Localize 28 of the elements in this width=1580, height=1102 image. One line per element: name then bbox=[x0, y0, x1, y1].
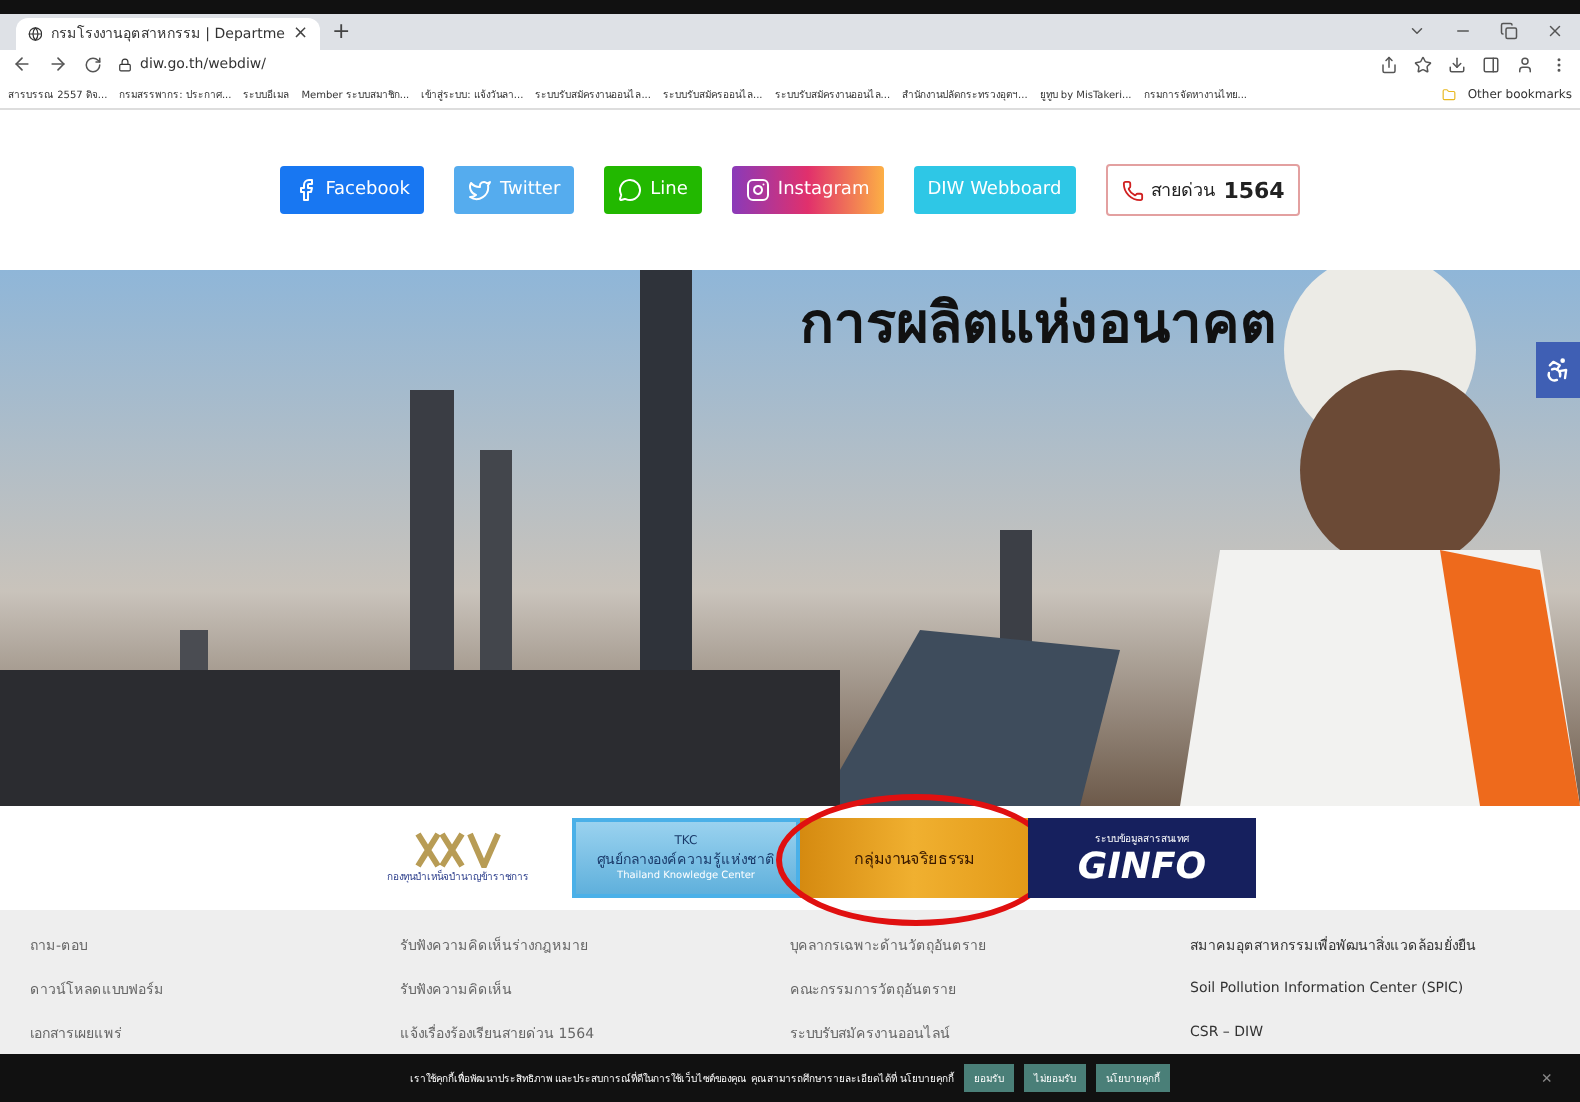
star-icon[interactable] bbox=[1414, 55, 1432, 74]
social-button[interactable]: Instagram bbox=[731, 166, 884, 214]
cookie-close[interactable]: × bbox=[1529, 1066, 1564, 1090]
reload-icon[interactable] bbox=[84, 55, 102, 74]
social-button[interactable]: สายด่วน 1564 bbox=[1105, 164, 1301, 216]
lock-icon bbox=[118, 57, 132, 72]
tab-close[interactable]: × bbox=[292, 23, 308, 44]
share-icon[interactable] bbox=[1380, 55, 1398, 74]
new-tab-button[interactable]: + bbox=[332, 18, 351, 45]
accessibility-button[interactable] bbox=[1536, 342, 1580, 398]
chat-bubble-icon bbox=[618, 178, 643, 202]
camera-icon bbox=[745, 178, 770, 202]
hero-headline: การผลิตแห่งอนาคต bbox=[800, 288, 1276, 360]
download-icon[interactable] bbox=[1448, 55, 1466, 74]
profile-icon[interactable] bbox=[1516, 55, 1534, 74]
gpf-logo-drawing bbox=[414, 832, 502, 868]
bird-icon bbox=[467, 178, 492, 202]
globe-icon bbox=[28, 25, 43, 42]
back-icon[interactable] bbox=[12, 54, 32, 75]
social-button[interactable]: Facebook bbox=[279, 166, 424, 214]
restore-icon[interactable] bbox=[1500, 22, 1518, 41]
close-icon[interactable] bbox=[1546, 22, 1564, 41]
forward-icon[interactable] bbox=[48, 54, 68, 75]
banner-link[interactable]: กลุ่มงานจริยธรรม bbox=[800, 818, 1028, 898]
folder-icon bbox=[1441, 87, 1456, 102]
side-panel-icon[interactable] bbox=[1482, 55, 1500, 74]
phone-icon bbox=[1121, 179, 1144, 201]
accessibility-icon bbox=[1544, 356, 1572, 384]
